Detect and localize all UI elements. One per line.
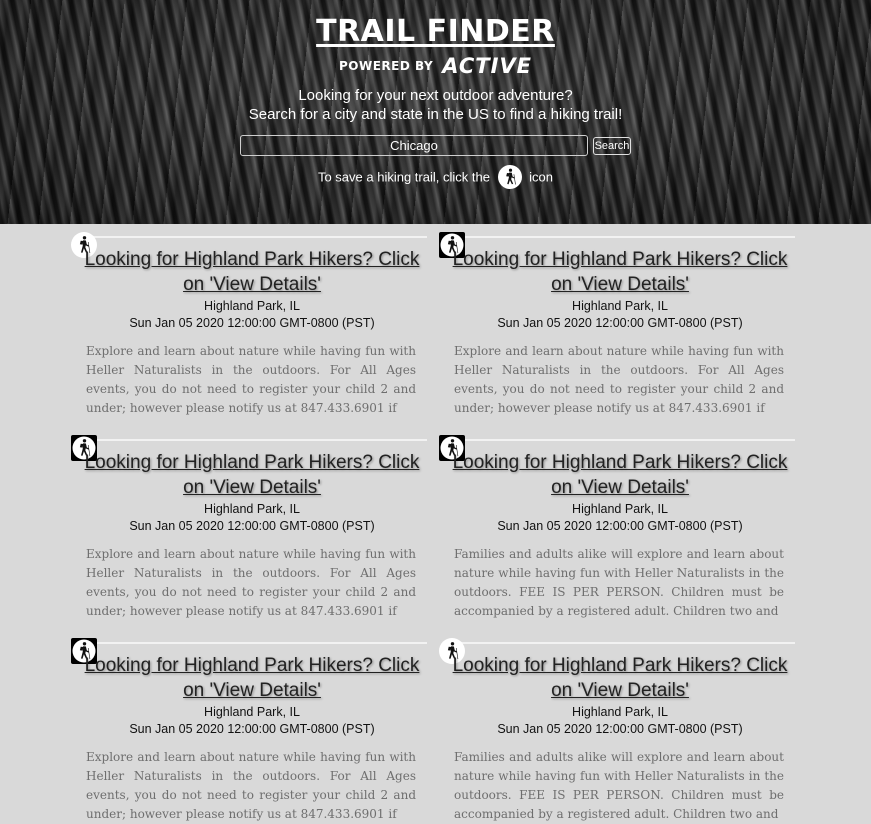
result-date: Sun Jan 05 2020 12:00:00 GMT-0800 (PST) [497, 722, 743, 736]
result-title-link[interactable]: Looking for Highland Park Hikers? Click … [77, 247, 427, 297]
result-card: Looking for Highland Park Hikers? Click … [439, 429, 795, 619]
result-location: Highland Park, IL [204, 502, 300, 516]
save-hint-text: To save a hiking trail, click the [317, 169, 490, 185]
result-card: Looking for Highland Park Hikers? Click … [71, 632, 427, 822]
result-title-link[interactable]: Looking for Highland Park Hikers? Click … [445, 247, 795, 297]
intro-line-2: Search for a city and state in the US to… [248, 106, 623, 123]
powered-by-label: POWERED BY [338, 59, 434, 73]
result-location: Highland Park, IL [572, 502, 668, 516]
result-description: Families and adults alike will explore a… [454, 750, 784, 821]
card-divider [451, 642, 795, 644]
result-location: Highland Park, IL [204, 705, 300, 719]
search-input[interactable] [240, 135, 588, 156]
result-card: Looking for Highland Park Hikers? Click … [439, 632, 795, 822]
card-divider [83, 642, 427, 644]
result-description: Explore and learn about nature while hav… [86, 547, 416, 618]
result-location: Highland Park, IL [572, 299, 668, 313]
search-button[interactable]: Search [593, 137, 631, 155]
card-divider [451, 236, 795, 238]
card-divider [83, 236, 427, 238]
result-card: Looking for Highland Park Hikers? Click … [439, 226, 795, 416]
intro-line-1: Looking for your next outdoor adventure? [298, 87, 573, 104]
result-card: Looking for Highland Park Hikers? Click … [71, 429, 427, 619]
result-title-link[interactable]: Looking for Highland Park Hikers? Click … [445, 653, 795, 703]
result-description: Explore and learn about nature while hav… [86, 750, 416, 821]
result-description: Families and adults alike will explore a… [454, 547, 784, 618]
result-title-link[interactable]: Looking for Highland Park Hikers? Click … [445, 450, 795, 500]
result-location: Highland Park, IL [204, 299, 300, 313]
hero-banner: TRAIL FINDER POWERED BY ACTIVE Looking f… [0, 0, 871, 224]
result-description: Explore and learn about nature while hav… [86, 344, 416, 415]
result-title-link[interactable]: Looking for Highland Park Hikers? Click … [77, 450, 427, 500]
result-date: Sun Jan 05 2020 12:00:00 GMT-0800 (PST) [129, 519, 375, 533]
result-date: Sun Jan 05 2020 12:00:00 GMT-0800 (PST) [497, 316, 743, 330]
save-hint-suffix: icon [529, 169, 554, 185]
result-date: Sun Jan 05 2020 12:00:00 GMT-0800 (PST) [129, 316, 375, 330]
hiker-icon [497, 165, 522, 189]
save-hint: To save a hiking trail, click the icon [0, 165, 871, 190]
result-date: Sun Jan 05 2020 12:00:00 GMT-0800 (PST) [129, 722, 375, 736]
result-description: Explore and learn about nature while hav… [454, 344, 784, 415]
powered-by-line: POWERED BY ACTIVE [0, 54, 871, 78]
card-divider [451, 439, 795, 441]
result-date: Sun Jan 05 2020 12:00:00 GMT-0800 (PST) [497, 519, 743, 533]
result-card: Looking for Highland Park Hikers? Click … [71, 226, 427, 416]
brand-logo: ACTIVE [442, 54, 533, 78]
app-title: TRAIL FINDER [316, 14, 555, 49]
card-divider [83, 439, 427, 441]
result-title-link[interactable]: Looking for Highland Park Hikers? Click … [77, 653, 427, 703]
result-location: Highland Park, IL [572, 705, 668, 719]
